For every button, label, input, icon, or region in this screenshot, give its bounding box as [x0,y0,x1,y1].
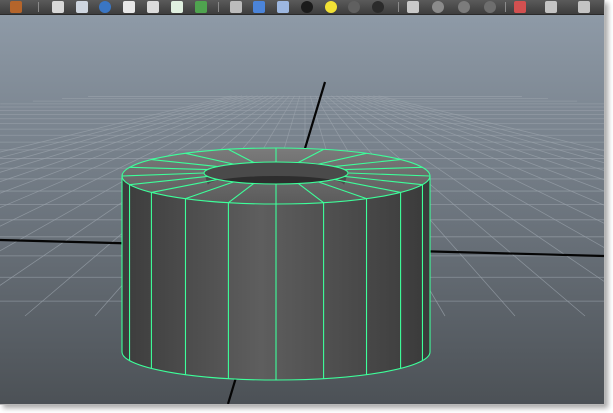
sphere-dark-icon[interactable] [372,1,384,13]
toolbar-separator [505,2,506,12]
status-toolbar [0,0,604,15]
toolbar-separator [398,2,399,12]
panel-layout-icon[interactable] [545,1,557,13]
grey-sphere-icon[interactable] [458,1,470,13]
maya-window [0,0,605,405]
wrench-icon[interactable] [10,1,22,13]
grey-sphere-2-icon[interactable] [484,1,496,13]
pointer-icon[interactable] [514,1,526,13]
render-settings-icon[interactable] [76,1,88,13]
select-camera-icon[interactable] [432,1,444,13]
lighting-icon[interactable] [301,1,313,13]
camera-icon[interactable] [407,1,419,13]
3d-viewport[interactable] [0,15,604,404]
texture-icon[interactable] [171,1,183,13]
smooth-shade-icon[interactable] [253,1,265,13]
panel-layout-icon[interactable] [578,1,590,13]
default-light-icon[interactable] [325,1,337,13]
hypershade-icon[interactable] [99,1,111,13]
toolbar-separator [38,2,39,12]
sphere-icon[interactable] [348,1,360,13]
textured-icon[interactable] [277,1,289,13]
pipe-object[interactable] [121,147,431,381]
wireframe-shading-icon[interactable] [230,1,242,13]
poly-select-icon[interactable] [147,1,159,13]
render-sphere-icon[interactable] [123,1,135,13]
render-view-icon[interactable] [52,1,64,13]
toolbar-separator [218,2,219,12]
viewport-canvas[interactable] [0,15,604,404]
info-icon[interactable] [195,1,207,13]
